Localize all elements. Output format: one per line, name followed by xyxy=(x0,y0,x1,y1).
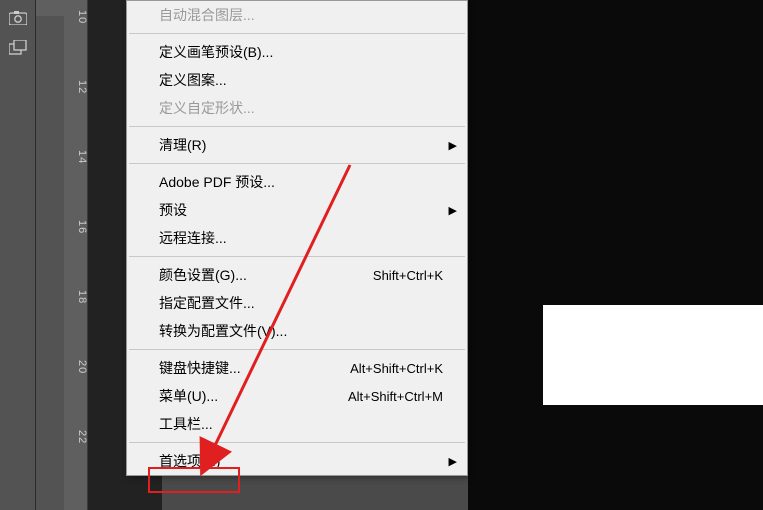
menu-label: 预设 xyxy=(159,200,187,220)
ruler-tick: 2 0 xyxy=(64,360,88,372)
menu-pdf-presets[interactable]: Adobe PDF 预设... xyxy=(127,168,467,196)
menu-label: 颜色设置(G)... xyxy=(159,265,247,285)
menu-assign-profile[interactable]: 指定配置文件... xyxy=(127,289,467,317)
context-menu: 自动混合图层... 定义画笔预设(B)... 定义图案... 定义自定形状...… xyxy=(126,0,468,476)
ruler-tick: 1 4 xyxy=(64,150,88,162)
menu-label: Adobe PDF 预设... xyxy=(159,172,275,192)
chevron-right-icon: ▶ xyxy=(449,204,457,217)
menu-shortcut: Shift+Ctrl+K xyxy=(373,268,443,283)
menu-shortcut: Alt+Shift+Ctrl+K xyxy=(350,361,443,376)
menu-label: 定义图案... xyxy=(159,70,227,90)
menu-remote-connect[interactable]: 远程连接... xyxy=(127,224,467,252)
ruler-tick: 1 6 xyxy=(64,220,88,232)
menu-menus[interactable]: 菜单(U)... Alt+Shift+Ctrl+M xyxy=(127,382,467,410)
white-panel-corner xyxy=(543,305,763,405)
menu-presets[interactable]: 预设 ▶ xyxy=(127,196,467,224)
menu-label: 首选项(N) xyxy=(159,451,220,471)
dark-background xyxy=(468,0,763,510)
menu-label: 键盘快捷键... xyxy=(159,358,241,378)
menu-label: 清理(R) xyxy=(159,135,206,155)
chevron-right-icon: ▶ xyxy=(449,455,457,468)
menu-shortcut: Alt+Shift+Ctrl+M xyxy=(348,389,443,404)
menu-preferences[interactable]: 首选项(N) ▶ xyxy=(127,447,467,475)
menu-separator xyxy=(129,349,465,350)
menu-auto-blend: 自动混合图层... xyxy=(127,1,467,29)
ruler-area: 1 0 1 2 1 4 1 6 1 8 2 0 2 2 xyxy=(36,0,126,510)
menu-toolbar[interactable]: 工具栏... xyxy=(127,410,467,438)
menu-convert-profile[interactable]: 转换为配置文件(V)... xyxy=(127,317,467,345)
menu-label: 自动混合图层... xyxy=(159,5,255,25)
menu-purge[interactable]: 清理(R) ▶ xyxy=(127,131,467,159)
menu-separator xyxy=(129,442,465,443)
menu-label: 定义画笔预设(B)... xyxy=(159,42,273,62)
left-toolbar xyxy=(0,0,36,510)
menu-label: 指定配置文件... xyxy=(159,293,255,313)
menu-label: 远程连接... xyxy=(159,228,227,248)
ruler-tick: 1 2 xyxy=(64,80,88,92)
menu-label: 定义自定形状... xyxy=(159,98,255,118)
menu-keyboard-shortcuts[interactable]: 键盘快捷键... Alt+Shift+Ctrl+K xyxy=(127,354,467,382)
menu-define-brush[interactable]: 定义画笔预设(B)... xyxy=(127,38,467,66)
menu-define-pattern[interactable]: 定义图案... xyxy=(127,66,467,94)
camera-icon[interactable] xyxy=(6,6,30,30)
ruler-tick: 1 0 xyxy=(64,10,88,22)
menu-color-settings[interactable]: 颜色设置(G)... Shift+Ctrl+K xyxy=(127,261,467,289)
menu-separator xyxy=(129,33,465,34)
menu-label: 工具栏... xyxy=(159,414,213,434)
arrange-icon[interactable] xyxy=(6,36,30,60)
menu-separator xyxy=(129,256,465,257)
ruler-tick: 1 8 xyxy=(64,290,88,302)
ruler-tick: 2 2 xyxy=(64,430,88,442)
menu-separator xyxy=(129,163,465,164)
menu-define-shape: 定义自定形状... xyxy=(127,94,467,122)
menu-separator xyxy=(129,126,465,127)
menu-label: 转换为配置文件(V)... xyxy=(159,321,287,341)
menu-label: 菜单(U)... xyxy=(159,386,218,406)
chevron-right-icon: ▶ xyxy=(449,139,457,152)
vertical-ruler: 1 0 1 2 1 4 1 6 1 8 2 0 2 2 xyxy=(64,0,88,510)
